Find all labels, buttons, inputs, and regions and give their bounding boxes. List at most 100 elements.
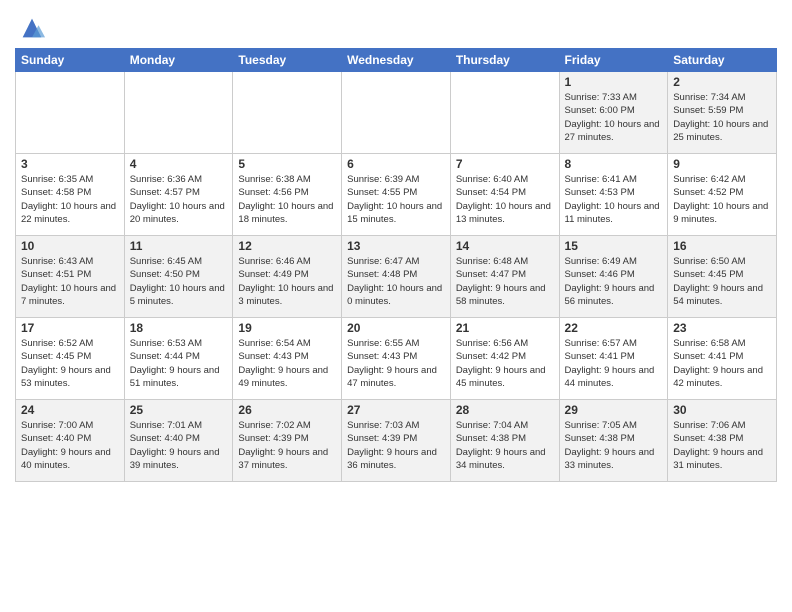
day-number: 17 [21,321,119,335]
day-info: Sunrise: 6:57 AM Sunset: 4:41 PM Dayligh… [565,337,663,390]
day-number: 3 [21,157,119,171]
calendar-cell: 30Sunrise: 7:06 AM Sunset: 4:38 PM Dayli… [668,400,777,482]
day-number: 26 [238,403,336,417]
day-info: Sunrise: 6:56 AM Sunset: 4:42 PM Dayligh… [456,337,554,390]
day-number: 24 [21,403,119,417]
logo-icon [18,14,46,42]
header [15,10,777,42]
day-number: 29 [565,403,663,417]
calendar-cell: 24 Sunrise: 7:00 AM Sunset: 4:40 PM Dayli… [16,400,125,482]
calendar-cell: 18Sunrise: 6:53 AM Sunset: 4:44 PM Dayli… [124,318,233,400]
calendar-cell: 5Sunrise: 6:38 AM Sunset: 4:56 PM Daylig… [233,154,342,236]
calendar-cell: 14Sunrise: 6:48 AM Sunset: 4:47 PM Dayli… [450,236,559,318]
day-info: Sunrise: 6:52 AM Sunset: 4:45 PM Dayligh… [21,337,119,390]
day-number: 11 [130,239,228,253]
day-number: 21 [456,321,554,335]
calendar-cell [233,72,342,154]
calendar-header-sunday: Sunday [16,49,125,72]
day-number: 15 [565,239,663,253]
calendar-week-4: 17 Sunrise: 6:52 AM Sunset: 4:45 PM Dayli… [16,318,777,400]
calendar-cell: 9 Sunrise: 6:42 AM Sunset: 4:52 PM Daylig… [668,154,777,236]
calendar: SundayMondayTuesdayWednesdayThursdayFrid… [15,48,777,482]
day-info: Sunrise: 7:33 AM Sunset: 6:00 PM Dayligh… [565,91,663,144]
day-info: Sunrise: 6:54 AM Sunset: 4:43 PM Dayligh… [238,337,336,390]
day-number: 2 [673,75,771,89]
calendar-cell: 26 Sunrise: 7:02 AM Sunset: 4:39 PM Dayli… [233,400,342,482]
day-info: Sunrise: 7:00 AM Sunset: 4:40 PM Dayligh… [21,419,119,472]
day-info: Sunrise: 6:47 AM Sunset: 4:48 PM Dayligh… [347,255,445,308]
day-info: Sunrise: 6:39 AM Sunset: 4:55 PM Dayligh… [347,173,445,226]
page: SundayMondayTuesdayWednesdayThursdayFrid… [0,0,792,612]
day-info: Sunrise: 6:48 AM Sunset: 4:47 PM Dayligh… [456,255,554,308]
calendar-cell: 22Sunrise: 6:57 AM Sunset: 4:41 PM Dayli… [559,318,668,400]
day-number: 1 [565,75,663,89]
day-info: Sunrise: 7:03 AM Sunset: 4:39 PM Dayligh… [347,419,445,472]
calendar-cell: 15 Sunrise: 6:49 AM Sunset: 4:46 PM Dayli… [559,236,668,318]
day-number: 19 [238,321,336,335]
day-info: Sunrise: 6:35 AM Sunset: 4:58 PM Dayligh… [21,173,119,226]
day-number: 7 [456,157,554,171]
calendar-header-saturday: Saturday [668,49,777,72]
day-number: 16 [673,239,771,253]
day-info: Sunrise: 7:05 AM Sunset: 4:38 PM Dayligh… [565,419,663,472]
calendar-cell: 1 Sunrise: 7:33 AM Sunset: 6:00 PM Daylig… [559,72,668,154]
day-info: Sunrise: 6:43 AM Sunset: 4:51 PM Dayligh… [21,255,119,308]
day-info: Sunrise: 6:45 AM Sunset: 4:50 PM Dayligh… [130,255,228,308]
day-info: Sunrise: 6:42 AM Sunset: 4:52 PM Dayligh… [673,173,771,226]
calendar-week-1: 1 Sunrise: 7:33 AM Sunset: 6:00 PM Daylig… [16,72,777,154]
day-number: 10 [21,239,119,253]
calendar-cell: 11 Sunrise: 6:45 AM Sunset: 4:50 PM Dayli… [124,236,233,318]
day-info: Sunrise: 6:36 AM Sunset: 4:57 PM Dayligh… [130,173,228,226]
day-number: 18 [130,321,228,335]
day-info: Sunrise: 6:58 AM Sunset: 4:41 PM Dayligh… [673,337,771,390]
calendar-cell [450,72,559,154]
day-number: 23 [673,321,771,335]
calendar-cell: 2 Sunrise: 7:34 AM Sunset: 5:59 PM Daylig… [668,72,777,154]
day-info: Sunrise: 7:04 AM Sunset: 4:38 PM Dayligh… [456,419,554,472]
calendar-cell [342,72,451,154]
calendar-cell: 7 Sunrise: 6:40 AM Sunset: 4:54 PM Daylig… [450,154,559,236]
day-number: 9 [673,157,771,171]
day-number: 20 [347,321,445,335]
day-info: Sunrise: 6:50 AM Sunset: 4:45 PM Dayligh… [673,255,771,308]
calendar-cell [16,72,125,154]
calendar-cell: 6 Sunrise: 6:39 AM Sunset: 4:55 PM Daylig… [342,154,451,236]
day-number: 5 [238,157,336,171]
day-number: 4 [130,157,228,171]
day-number: 8 [565,157,663,171]
day-info: Sunrise: 7:34 AM Sunset: 5:59 PM Dayligh… [673,91,771,144]
calendar-header-row: SundayMondayTuesdayWednesdayThursdayFrid… [16,49,777,72]
day-number: 6 [347,157,445,171]
day-info: Sunrise: 6:40 AM Sunset: 4:54 PM Dayligh… [456,173,554,226]
calendar-cell: 8 Sunrise: 6:41 AM Sunset: 4:53 PM Daylig… [559,154,668,236]
calendar-week-3: 10 Sunrise: 6:43 AM Sunset: 4:51 PM Dayli… [16,236,777,318]
calendar-cell: 27 Sunrise: 7:03 AM Sunset: 4:39 PM Dayli… [342,400,451,482]
calendar-header-wednesday: Wednesday [342,49,451,72]
calendar-header-friday: Friday [559,49,668,72]
calendar-cell [124,72,233,154]
calendar-cell: 4 Sunrise: 6:36 AM Sunset: 4:57 PM Daylig… [124,154,233,236]
day-number: 12 [238,239,336,253]
day-info: Sunrise: 6:49 AM Sunset: 4:46 PM Dayligh… [565,255,663,308]
calendar-cell: 12 Sunrise: 6:46 AM Sunset: 4:49 PM Dayli… [233,236,342,318]
calendar-cell: 3 Sunrise: 6:35 AM Sunset: 4:58 PM Daylig… [16,154,125,236]
calendar-cell: 17 Sunrise: 6:52 AM Sunset: 4:45 PM Dayli… [16,318,125,400]
day-info: Sunrise: 6:41 AM Sunset: 4:53 PM Dayligh… [565,173,663,226]
day-number: 27 [347,403,445,417]
calendar-cell: 29 Sunrise: 7:05 AM Sunset: 4:38 PM Dayli… [559,400,668,482]
day-info: Sunrise: 6:46 AM Sunset: 4:49 PM Dayligh… [238,255,336,308]
calendar-cell: 25Sunrise: 7:01 AM Sunset: 4:40 PM Dayli… [124,400,233,482]
calendar-cell: 23 Sunrise: 6:58 AM Sunset: 4:41 PM Dayli… [668,318,777,400]
calendar-cell: 13 Sunrise: 6:47 AM Sunset: 4:48 PM Dayli… [342,236,451,318]
calendar-cell: 20 Sunrise: 6:55 AM Sunset: 4:43 PM Dayli… [342,318,451,400]
calendar-header-thursday: Thursday [450,49,559,72]
calendar-header-monday: Monday [124,49,233,72]
day-number: 30 [673,403,771,417]
calendar-header-tuesday: Tuesday [233,49,342,72]
day-info: Sunrise: 6:55 AM Sunset: 4:43 PM Dayligh… [347,337,445,390]
calendar-cell: 10 Sunrise: 6:43 AM Sunset: 4:51 PM Dayli… [16,236,125,318]
day-number: 28 [456,403,554,417]
day-info: Sunrise: 7:02 AM Sunset: 4:39 PM Dayligh… [238,419,336,472]
day-number: 13 [347,239,445,253]
calendar-cell: 28 Sunrise: 7:04 AM Sunset: 4:38 PM Dayli… [450,400,559,482]
